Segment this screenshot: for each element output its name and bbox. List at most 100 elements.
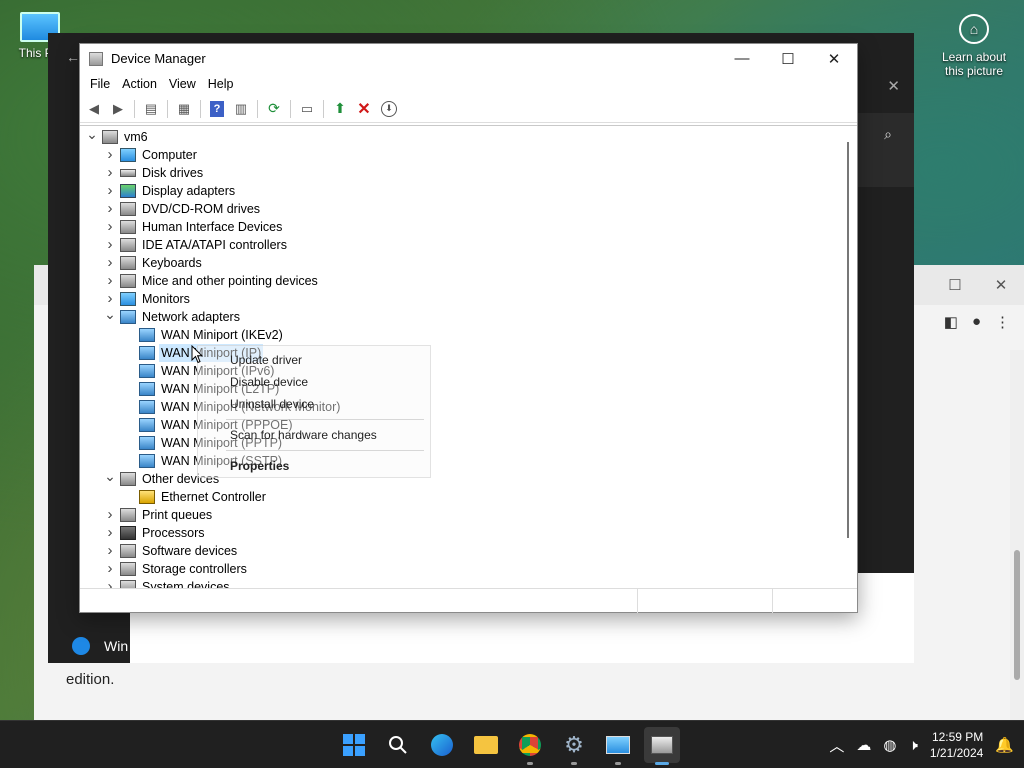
chevron-right-icon[interactable]: › — [104, 182, 116, 200]
computer-root-icon — [102, 130, 118, 144]
chevron-right-icon[interactable]: › — [104, 560, 116, 578]
tree-item[interactable]: WAN Miniport (PPTP) — [80, 434, 839, 452]
close-icon[interactable]: ✕ — [887, 77, 900, 95]
file-explorer-button[interactable] — [468, 727, 504, 763]
chevron-right-icon[interactable]: › — [104, 578, 116, 588]
edge-beta-button[interactable] — [424, 727, 460, 763]
onedrive-icon[interactable]: ☁ — [856, 736, 871, 754]
gear-icon: ⚙ — [564, 732, 584, 757]
show-hide-console-tree-icon[interactable]: ▤ — [141, 99, 161, 119]
more-options-icon[interactable]: ⋮ — [995, 313, 1010, 331]
tree-item[interactable]: › Monitors — [80, 290, 839, 308]
chevron-right-icon[interactable]: › — [104, 254, 116, 272]
chevron-down-icon[interactable]: ⌄ — [104, 469, 116, 483]
windows-update-label: Win — [104, 638, 129, 654]
search-button[interactable] — [380, 727, 416, 763]
settings-button[interactable]: ⚙ — [556, 727, 592, 765]
tree-item[interactable]: WAN Miniport (SSTP) — [80, 452, 839, 470]
tree-item[interactable]: › Mice and other pointing devices — [80, 272, 839, 290]
maximize-icon[interactable]: ☐ — [932, 265, 978, 305]
chevron-right-icon[interactable]: › — [104, 542, 116, 560]
chevron-right-icon[interactable]: › — [104, 506, 116, 524]
chevron-down-icon[interactable]: ⌄ — [86, 127, 98, 141]
tree-item[interactable]: WAN Miniport (IKEv2) — [80, 326, 839, 344]
back-arrow-icon[interactable]: ← — [66, 49, 80, 65]
tree-item[interactable]: Ethernet Controller — [80, 488, 839, 506]
tree-item[interactable]: › DVD/CD-ROM drives — [80, 200, 839, 218]
tree-item[interactable]: › Human Interface Devices — [80, 218, 839, 236]
device-manager-window[interactable]: Device Manager — ☐ ✕ File Action View He… — [79, 43, 858, 613]
device-manager-taskbar-button[interactable] — [644, 727, 680, 765]
device-manager-titlebar[interactable]: Device Manager — ☐ ✕ — [80, 44, 857, 73]
back-icon[interactable]: ◀ — [84, 99, 104, 119]
control-panel-button[interactable] — [600, 727, 636, 765]
tree-item[interactable]: › Processors — [80, 524, 839, 542]
start-button[interactable] — [336, 727, 372, 763]
menu-view[interactable]: View — [163, 77, 202, 91]
chevron-right-icon[interactable]: › — [104, 164, 116, 182]
windows-update-item[interactable]: Win — [72, 637, 128, 655]
forward-icon[interactable]: ▶ — [108, 99, 128, 119]
tree-item[interactable]: WAN Miniport (L2TP) — [80, 380, 839, 398]
tree-item-label: Keyboards — [142, 256, 202, 270]
tree-item[interactable]: ⌄ vm6 — [80, 127, 839, 146]
minimize-button[interactable]: — — [719, 44, 765, 73]
context-menu[interactable]: Update driver Disable device Uninstall d… — [197, 345, 431, 478]
menu-help[interactable]: Help — [202, 77, 240, 91]
profile-icon[interactable]: ● — [972, 313, 981, 331]
volume-muted-icon[interactable]: 🕨 — [908, 737, 917, 754]
tree-item[interactable]: WAN Miniport (PPPOE) — [80, 416, 839, 434]
tree-item[interactable]: › IDE ATA/ATAPI controllers — [80, 236, 839, 254]
system-tray: ︿ ☁ ◍ 🕨 12:59 PM 1/21/2024 🔔 — [829, 721, 1024, 768]
maximize-button[interactable]: ☐ — [765, 44, 811, 73]
chrome-button[interactable] — [512, 727, 548, 765]
refresh-icon[interactable]: ⟳ — [264, 99, 284, 119]
help-icon[interactable]: ? — [210, 100, 224, 117]
tree-item[interactable]: › Storage controllers — [80, 560, 839, 578]
tree-item[interactable]: › Software devices — [80, 542, 839, 560]
tree-item[interactable]: WAN Miniport (Network Monitor) — [80, 398, 839, 416]
tree-item[interactable]: › Print queues — [80, 506, 839, 524]
notification-bell-icon[interactable]: 🔔 — [995, 736, 1014, 754]
chevron-right-icon[interactable]: › — [104, 146, 116, 164]
properties-icon[interactable]: ▦ — [174, 99, 194, 119]
clock[interactable]: 12:59 PM 1/21/2024 — [930, 729, 983, 761]
tree-item[interactable]: › Display adapters — [80, 182, 839, 200]
chevron-right-icon[interactable]: › — [104, 272, 116, 290]
network-adapter-icon — [139, 454, 155, 468]
menu-item-scan-hardware[interactable]: Scan for hardware changes — [230, 428, 377, 442]
tree-item[interactable]: › Keyboards — [80, 254, 839, 272]
uninstall-icon[interactable]: ✕ — [354, 99, 374, 119]
tree-item[interactable]: ⌄ Network adapters — [80, 307, 839, 326]
update-driver-icon[interactable]: ⬆ — [330, 99, 350, 119]
globe-icon[interactable]: ◍ — [883, 736, 896, 754]
menu-action[interactable]: Action — [116, 77, 163, 91]
tree-item[interactable]: WAN Miniport (IPv6) — [80, 362, 839, 380]
chevron-right-icon[interactable]: › — [104, 236, 116, 254]
learn-about-picture[interactable]: ⌂ Learn about this picture — [932, 14, 1016, 78]
menu-item-uninstall-device[interactable]: Uninstall device — [230, 397, 314, 411]
chevron-right-icon[interactable]: › — [104, 200, 116, 218]
tree-item[interactable]: › Disk drives — [80, 164, 839, 182]
chevron-down-icon[interactable]: ⌄ — [104, 307, 116, 321]
view-icon[interactable]: ▥ — [231, 99, 251, 119]
tree-item[interactable]: ⌄ Other devices — [80, 469, 839, 488]
scan-hardware-icon[interactable]: ▭ — [297, 99, 317, 119]
network-adapter-icon — [139, 328, 155, 342]
menu-item-properties[interactable]: Properties — [230, 459, 289, 473]
disable-device-icon[interactable]: ⬇ — [381, 100, 397, 117]
tree-item[interactable]: › System devices — [80, 578, 839, 588]
background-scrollbar[interactable] — [1010, 350, 1024, 720]
close-icon[interactable]: ✕ — [978, 265, 1024, 305]
tree-item[interactable]: › Computer — [80, 146, 839, 164]
menu-item-disable-device[interactable]: Disable device — [230, 375, 308, 389]
search-button[interactable]: ⌕ — [858, 113, 914, 187]
chevron-right-icon[interactable]: › — [104, 524, 116, 542]
chevron-up-icon[interactable]: ︿ — [829, 735, 844, 756]
menu-item-update-driver[interactable]: Update driver — [230, 353, 302, 367]
menu-file[interactable]: File — [84, 77, 116, 91]
vertical-scrollbar[interactable] — [839, 126, 857, 588]
sidebar-toggle-icon[interactable]: ◧ — [944, 313, 958, 331]
chevron-right-icon[interactable]: › — [104, 218, 116, 236]
close-button[interactable]: ✕ — [811, 44, 857, 73]
